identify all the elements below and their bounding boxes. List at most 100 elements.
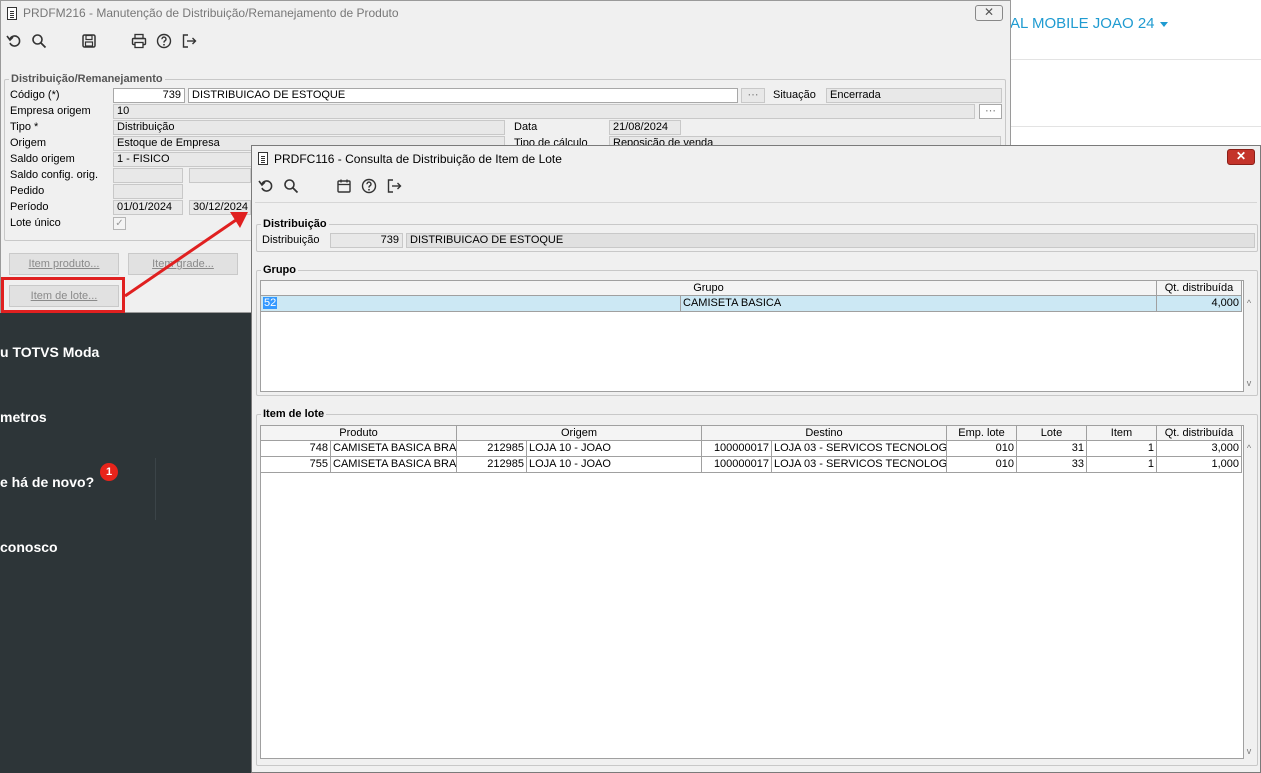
exit-icon[interactable] bbox=[383, 175, 405, 197]
menu-item-totvs-moda[interactable]: u TOTVS Moda bbox=[0, 344, 99, 360]
saldo-config-desc-field[interactable] bbox=[189, 168, 251, 183]
column-header-emp-lote[interactable]: Emp. lote bbox=[947, 426, 1017, 441]
item-cell[interactable]: 1 bbox=[1087, 457, 1157, 473]
undo-icon[interactable] bbox=[255, 175, 277, 197]
scroll-down-icon[interactable]: v bbox=[1242, 378, 1256, 388]
destino-code-cell[interactable]: 100000017 bbox=[702, 457, 772, 473]
grupo-descricao-cell[interactable]: CAMISETA BASICA bbox=[681, 296, 1157, 312]
web-header: AL MOBILE JOAO 24 bbox=[1010, 0, 1261, 60]
main-toolbar bbox=[3, 29, 203, 53]
user-menu[interactable]: AL MOBILE JOAO 24 bbox=[1010, 15, 1168, 32]
produto-code-cell[interactable]: 755 bbox=[261, 457, 331, 473]
column-header-grupo[interactable]: Grupo bbox=[261, 281, 1157, 296]
grupo-codigo-cell[interactable]: 52 bbox=[261, 296, 681, 312]
document-icon bbox=[7, 6, 17, 20]
lote-unico-checkbox[interactable]: ✓ bbox=[113, 217, 126, 230]
grupo-codigo-value: 52 bbox=[263, 297, 278, 309]
destino-desc-cell[interactable]: LOJA 03 - SERVICOS TECNOLOGIC bbox=[772, 457, 947, 473]
column-header-origem[interactable]: Origem bbox=[457, 426, 702, 441]
emp-lote-cell[interactable]: 010 bbox=[947, 457, 1017, 473]
item-grade-button[interactable]: Item grade... bbox=[128, 253, 238, 275]
column-header-item[interactable]: Item bbox=[1087, 426, 1157, 441]
origem-desc-cell[interactable]: LOJA 10 - JOAO bbox=[527, 457, 702, 473]
periodo-label: Período bbox=[10, 201, 49, 213]
qt-cell[interactable]: 1,000 bbox=[1157, 457, 1242, 473]
emp-lote-cell[interactable]: 010 bbox=[947, 441, 1017, 457]
pedido-field[interactable] bbox=[113, 184, 183, 199]
toolbar-divider bbox=[255, 202, 1257, 203]
lookup-icon[interactable]: ⋯ bbox=[979, 104, 1002, 119]
periodo-fim-field[interactable]: 30/12/2024 bbox=[189, 200, 251, 215]
empresa-origem-label: Empresa origem bbox=[10, 105, 91, 117]
qt-cell[interactable]: 3,000 bbox=[1157, 441, 1242, 457]
undo-icon[interactable] bbox=[3, 30, 25, 52]
close-button[interactable]: ✕ bbox=[1227, 149, 1255, 165]
column-header-qt[interactable]: Qt. distribuída bbox=[1157, 426, 1242, 441]
produto-desc-cell[interactable]: CAMISETA BASICA BRAN bbox=[331, 457, 457, 473]
origem-label: Origem bbox=[10, 137, 47, 149]
produto-code-cell[interactable]: 748 bbox=[261, 441, 331, 457]
consulta-window-title: PRDFC116 - Consulta de Distribuição de I… bbox=[274, 151, 562, 166]
saldo-config-field[interactable] bbox=[113, 168, 183, 183]
origem-code-cell[interactable]: 212985 bbox=[457, 441, 527, 457]
consulta-window: PRDFC116 - Consulta de Distribuição de I… bbox=[251, 145, 1261, 773]
exit-icon[interactable] bbox=[178, 30, 200, 52]
scroll-down-icon[interactable]: v bbox=[1242, 746, 1256, 756]
section-title: Distribuição bbox=[263, 218, 327, 230]
section-title: Grupo bbox=[263, 264, 296, 276]
scroll-up-icon[interactable]: ^ bbox=[1242, 298, 1256, 308]
lookup-icon[interactable]: ⋯ bbox=[741, 88, 765, 103]
origem-code-cell[interactable]: 212985 bbox=[457, 457, 527, 473]
column-header-produto[interactable]: Produto bbox=[261, 426, 457, 441]
item-cell[interactable]: 1 bbox=[1087, 441, 1157, 457]
tipo-label: Tipo * bbox=[10, 121, 39, 133]
close-button[interactable]: ✕ bbox=[975, 5, 1003, 21]
lote-cell[interactable]: 33 bbox=[1017, 457, 1087, 473]
web-divider bbox=[1010, 126, 1261, 127]
origem-desc-cell[interactable]: LOJA 10 - JOAO bbox=[527, 441, 702, 457]
distribuicao-desc-field: DISTRIBUICAO DE ESTOQUE bbox=[406, 233, 1255, 248]
periodo-inicio-field[interactable]: 01/01/2024 bbox=[113, 200, 183, 215]
lote-cell[interactable]: 31 bbox=[1017, 441, 1087, 457]
saldo-origem-label: Saldo origem bbox=[10, 153, 75, 165]
produto-desc-cell[interactable]: CAMISETA BASICA BRAN bbox=[331, 441, 457, 457]
search-icon[interactable] bbox=[28, 30, 50, 52]
grupo-grid: Grupo Qt. distribuída 52 CAMISETA BASICA… bbox=[260, 280, 1244, 392]
save-icon[interactable] bbox=[78, 30, 100, 52]
destino-code-cell[interactable]: 100000017 bbox=[702, 441, 772, 457]
column-header-destino[interactable]: Destino bbox=[702, 426, 947, 441]
main-window-titlebar: PRDFM216 - Manutenção de Distribuição/Re… bbox=[1, 1, 1010, 25]
empresa-origem-field[interactable]: 10 bbox=[113, 104, 975, 119]
destino-desc-cell[interactable]: LOJA 03 - SERVICOS TECNOLOGIC bbox=[772, 441, 947, 457]
section-title: Distribuição/Remanejamento bbox=[11, 73, 163, 85]
data-field: 21/08/2024 bbox=[609, 120, 681, 135]
pedido-label: Pedido bbox=[10, 185, 45, 197]
help-icon[interactable] bbox=[153, 30, 175, 52]
search-icon[interactable] bbox=[280, 175, 302, 197]
saldo-config-label: Saldo config. orig. bbox=[10, 169, 99, 181]
item-produto-button[interactable]: Item produto... bbox=[9, 253, 119, 275]
item-lote-grid: Produto Origem Destino Emp. lote Lote It… bbox=[260, 425, 1244, 759]
menu-item-contato[interactable]: conosco bbox=[0, 539, 58, 555]
calendar-icon[interactable] bbox=[333, 175, 355, 197]
saldo-origem-field[interactable]: 1 - FISICO bbox=[113, 152, 253, 167]
grupo-qt-cell[interactable]: 4,000 bbox=[1157, 296, 1242, 312]
column-header-qt[interactable]: Qt. distribuída bbox=[1157, 281, 1242, 296]
user-menu-label[interactable]: AL MOBILE JOAO 24 bbox=[1010, 15, 1155, 32]
descricao-field[interactable]: DISTRIBUICAO DE ESTOQUE bbox=[188, 88, 738, 103]
caret-down-icon[interactable] bbox=[1159, 21, 1168, 27]
codigo-label: Código (*) bbox=[10, 89, 60, 101]
tipo-field[interactable]: Distribuição bbox=[113, 120, 505, 135]
codigo-field[interactable]: 739 bbox=[113, 88, 185, 103]
print-icon[interactable] bbox=[128, 30, 150, 52]
data-label: Data bbox=[514, 121, 538, 133]
document-icon bbox=[258, 152, 268, 165]
menu-item-parametros[interactable]: metros bbox=[0, 409, 47, 425]
distribuicao-code-field: 739 bbox=[330, 233, 403, 248]
menu-item-novidades[interactable]: e há de novo? bbox=[0, 474, 94, 490]
scroll-up-icon[interactable]: ^ bbox=[1242, 443, 1256, 453]
distribuicao-label: Distribuição bbox=[262, 234, 320, 246]
column-header-lote[interactable]: Lote bbox=[1017, 426, 1087, 441]
lote-unico-label: Lote único bbox=[10, 217, 61, 229]
help-icon[interactable] bbox=[358, 175, 380, 197]
